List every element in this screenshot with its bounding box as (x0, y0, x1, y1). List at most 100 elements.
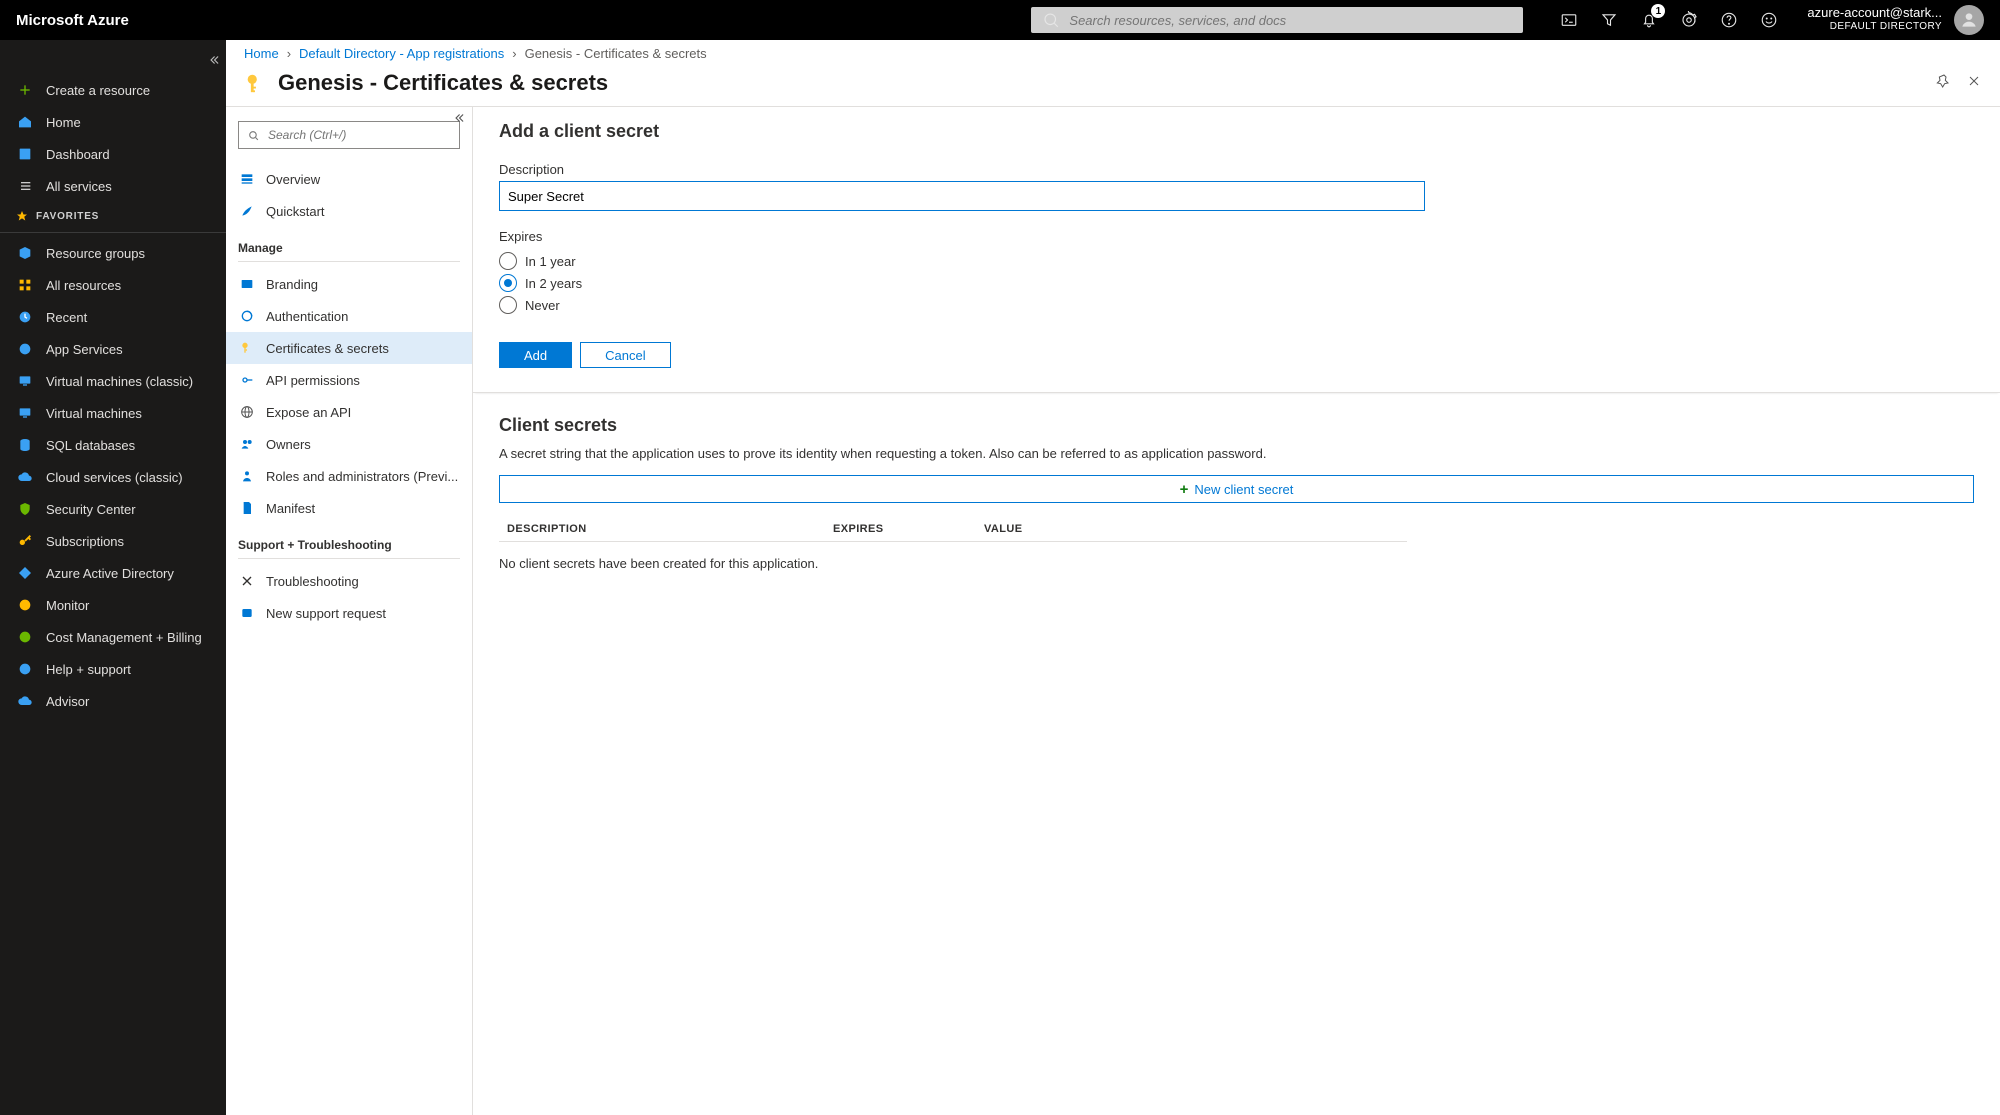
description-input[interactable] (499, 181, 1425, 211)
gauge-icon (16, 596, 34, 614)
blade-item-branding[interactable]: Branding (226, 268, 472, 300)
blade-search[interactable] (238, 121, 460, 149)
list-icon (16, 177, 34, 195)
sidebar-item-vm-classic[interactable]: Virtual machines (classic) (0, 365, 226, 397)
breadcrumb-sep: › (512, 46, 516, 61)
close-icon[interactable] (1966, 73, 1982, 94)
sidebar-item-advisor[interactable]: Advisor (0, 685, 226, 717)
account-info[interactable]: azure-account@stark... DEFAULT DIRECTORY (1807, 6, 1942, 34)
grid-icon (16, 276, 34, 294)
blade-item-cert-secrets[interactable]: Certificates & secrets (226, 332, 472, 364)
blade-item-overview[interactable]: Overview (226, 163, 472, 195)
sidebar-item-home[interactable]: Home (0, 106, 226, 138)
sidebar-collapse[interactable] (202, 48, 226, 72)
blade-nav: Overview Quickstart Manage Branding Auth… (226, 107, 473, 1115)
breadcrumb-current: Genesis - Certificates & secrets (525, 46, 707, 61)
sidebar-item-label: Help + support (46, 662, 131, 677)
key-icon (16, 532, 34, 550)
sidebar-item-aad[interactable]: Azure Active Directory (0, 557, 226, 589)
sidebar-item-cloud-services[interactable]: Cloud services (classic) (0, 461, 226, 493)
blade-item-label: API permissions (266, 373, 360, 388)
blade-item-expose-api[interactable]: Expose an API (226, 396, 472, 428)
brand: Microsoft Azure (16, 12, 129, 29)
radio-icon (499, 274, 517, 292)
sidebar-item-sql[interactable]: SQL databases (0, 429, 226, 461)
sidebar-item-label: All resources (46, 278, 121, 293)
blade-item-owners[interactable]: Owners (226, 428, 472, 460)
blade-item-roles[interactable]: Roles and administrators (Previ... (226, 460, 472, 492)
secrets-table: DESCRIPTION EXPIRES VALUE (499, 517, 1407, 542)
sidebar-item-help-support[interactable]: Help + support (0, 653, 226, 685)
sidebar-item-dashboard[interactable]: Dashboard (0, 138, 226, 170)
description-label: Description (499, 162, 1974, 177)
favorites-header: FAVORITES (0, 202, 226, 230)
sidebar-item-label: Advisor (46, 694, 89, 709)
radio-label: Never (525, 298, 560, 313)
pin-icon[interactable] (1936, 73, 1952, 94)
blade-item-label: New support request (266, 606, 386, 621)
sidebar-item-label: Create a resource (46, 83, 150, 98)
new-client-secret-button[interactable]: + New client secret (499, 475, 1974, 503)
blade-section-support: Support + Troubleshooting (226, 524, 472, 556)
filter-icon[interactable] (1599, 10, 1619, 30)
sidebar: Create a resource Home Dashboard All ser… (0, 40, 226, 1115)
blade-collapse[interactable] (452, 111, 466, 128)
sidebar-item-resource-groups[interactable]: Resource groups (0, 237, 226, 269)
plus-icon: + (1180, 481, 1189, 498)
blade-search-input[interactable] (260, 127, 451, 143)
owners-icon (238, 435, 256, 453)
expires-option-1y[interactable]: In 1 year (499, 250, 1974, 272)
blade-item-api-permissions[interactable]: API permissions (226, 364, 472, 396)
global-search-input[interactable] (1061, 12, 1513, 29)
key-icon (238, 339, 256, 357)
globe-icon (16, 340, 34, 358)
sidebar-item-label: Virtual machines (46, 406, 142, 421)
expires-option-2y[interactable]: In 2 years (499, 272, 1974, 294)
sidebar-item-all-resources[interactable]: All resources (0, 269, 226, 301)
col-expires: EXPIRES (825, 517, 976, 542)
sidebar-item-all-services[interactable]: All services (0, 170, 226, 202)
sidebar-item-recent[interactable]: Recent (0, 301, 226, 333)
account-email: azure-account@stark... (1807, 6, 1942, 20)
blade-item-label: Manifest (266, 501, 315, 516)
blade-item-label: Branding (266, 277, 318, 292)
notifications-icon[interactable]: 1 (1639, 10, 1659, 30)
add-button[interactable]: Add (499, 342, 572, 368)
cloud-shell-icon[interactable] (1559, 10, 1579, 30)
settings-icon[interactable] (1679, 10, 1699, 30)
blade-item-manifest[interactable]: Manifest (226, 492, 472, 524)
feedback-icon[interactable] (1759, 10, 1779, 30)
radio-icon (499, 252, 517, 270)
sidebar-item-cost[interactable]: Cost Management + Billing (0, 621, 226, 653)
diamond-icon (16, 564, 34, 582)
sidebar-item-label: Subscriptions (46, 534, 124, 549)
topbar: Microsoft Azure 1 azure-account@stark...… (0, 0, 2000, 40)
globe-icon (238, 403, 256, 421)
blade-item-quickstart[interactable]: Quickstart (226, 195, 472, 227)
blade-item-new-support[interactable]: New support request (226, 597, 472, 629)
help-icon[interactable] (1719, 10, 1739, 30)
sidebar-item-monitor[interactable]: Monitor (0, 589, 226, 621)
cancel-button[interactable]: Cancel (580, 342, 670, 368)
cube-icon (16, 244, 34, 262)
breadcrumb: Home › Default Directory - App registrat… (226, 40, 2000, 66)
sidebar-item-subscriptions[interactable]: Subscriptions (0, 525, 226, 557)
blade-item-authentication[interactable]: Authentication (226, 300, 472, 332)
auth-icon (238, 307, 256, 325)
plus-icon (16, 81, 34, 99)
secrets-description: A secret string that the application use… (499, 446, 1974, 461)
home-icon (16, 113, 34, 131)
sidebar-item-create-resource[interactable]: Create a resource (0, 74, 226, 106)
sidebar-item-vm[interactable]: Virtual machines (0, 397, 226, 429)
blade-item-troubleshooting[interactable]: Troubleshooting (226, 565, 472, 597)
sidebar-item-label: Azure Active Directory (46, 566, 174, 581)
permissions-icon (238, 371, 256, 389)
topbar-actions: 1 (1559, 10, 1779, 30)
sidebar-item-app-services[interactable]: App Services (0, 333, 226, 365)
breadcrumb-home[interactable]: Home (244, 46, 279, 61)
sidebar-item-security-center[interactable]: Security Center (0, 493, 226, 525)
expires-option-never[interactable]: Never (499, 294, 1974, 316)
account-avatar[interactable] (1954, 5, 1984, 35)
global-search[interactable] (1031, 7, 1523, 33)
breadcrumb-app-reg[interactable]: Default Directory - App registrations (299, 46, 504, 61)
